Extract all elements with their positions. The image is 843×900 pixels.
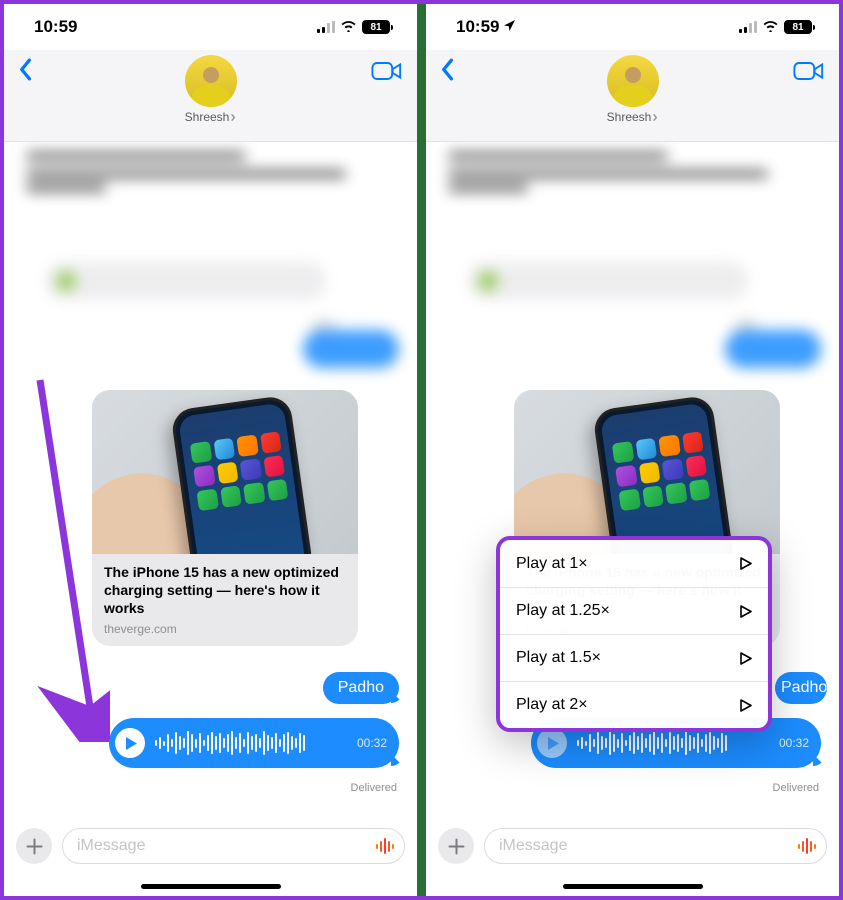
input-placeholder: iMessage <box>77 837 145 855</box>
link-image <box>92 390 358 554</box>
input-bar: iMessage <box>438 828 827 864</box>
status-time: 10:59 <box>456 17 499 37</box>
blurred-content <box>426 142 839 402</box>
cellular-icon <box>317 21 335 33</box>
delivered-label: Delivered <box>351 782 397 794</box>
screenshot-left: 10:59 81 Shreesh <box>4 4 417 896</box>
audio-record-icon[interactable] <box>798 838 816 854</box>
avatar <box>185 55 237 107</box>
status-time: 10:59 <box>34 17 77 37</box>
delivered-label: Delivered <box>773 782 819 794</box>
nav-header: Shreesh <box>426 50 839 142</box>
conversation: The iPhone 15 has a new optimized chargi… <box>426 142 839 896</box>
home-indicator[interactable] <box>563 884 703 889</box>
input-placeholder: iMessage <box>499 837 567 855</box>
battery-icon: 81 <box>362 20 393 34</box>
audio-duration: 00:32 <box>779 736 809 750</box>
audio-message[interactable]: 00:32 <box>109 718 399 768</box>
waveform[interactable] <box>155 729 347 757</box>
battery-icon: 81 <box>784 20 815 34</box>
screenshot-right: 10:59 81 Shreesh <box>426 4 839 896</box>
speed-option-1x[interactable]: Play at 1× <box>500 540 768 587</box>
link-image <box>514 390 780 554</box>
waveform[interactable] <box>577 729 769 757</box>
video-call-button[interactable] <box>371 60 403 87</box>
plus-button[interactable] <box>438 828 474 864</box>
blurred-content <box>4 142 417 402</box>
status-bar: 10:59 81 <box>4 4 417 50</box>
message-input[interactable]: iMessage <box>62 828 405 864</box>
wifi-icon <box>762 17 779 37</box>
conversation: The iPhone 15 has a new optimized chargi… <box>4 142 417 896</box>
speed-option-2x[interactable]: Play at 2× <box>500 681 768 728</box>
speed-option-1-5x[interactable]: Play at 1.5× <box>500 634 768 681</box>
contact-name: Shreesh <box>607 110 652 124</box>
link-title: The iPhone 15 has a new optimized chargi… <box>104 564 346 618</box>
speed-option-1-25x[interactable]: Play at 1.25× <box>500 587 768 634</box>
link-source: theverge.com <box>104 622 346 636</box>
link-preview[interactable]: The iPhone 15 has a new optimized chargi… <box>92 390 358 646</box>
back-button[interactable] <box>440 58 454 86</box>
back-button[interactable] <box>18 58 32 86</box>
nav-header: Shreesh <box>4 50 417 142</box>
message-bubble[interactable]: Padho <box>775 672 827 704</box>
home-indicator[interactable] <box>141 884 281 889</box>
contact-name: Shreesh <box>185 110 230 124</box>
contact-info[interactable]: Shreesh <box>607 55 659 124</box>
avatar <box>607 55 659 107</box>
audio-duration: 00:32 <box>357 736 387 750</box>
video-call-button[interactable] <box>793 60 825 87</box>
message-bubble[interactable]: Padho <box>323 672 399 704</box>
status-bar: 10:59 81 <box>426 4 839 50</box>
input-bar: iMessage <box>16 828 405 864</box>
audio-record-icon[interactable] <box>376 838 394 854</box>
play-button[interactable] <box>115 728 145 758</box>
wifi-icon <box>340 17 357 37</box>
playback-speed-menu: Play at 1× Play at 1.25× Play at 1.5× Pl… <box>496 536 772 732</box>
message-input[interactable]: iMessage <box>484 828 827 864</box>
play-button[interactable] <box>537 728 567 758</box>
plus-button[interactable] <box>16 828 52 864</box>
cellular-icon <box>739 21 757 33</box>
contact-info[interactable]: Shreesh <box>185 55 237 124</box>
location-icon <box>503 17 516 37</box>
